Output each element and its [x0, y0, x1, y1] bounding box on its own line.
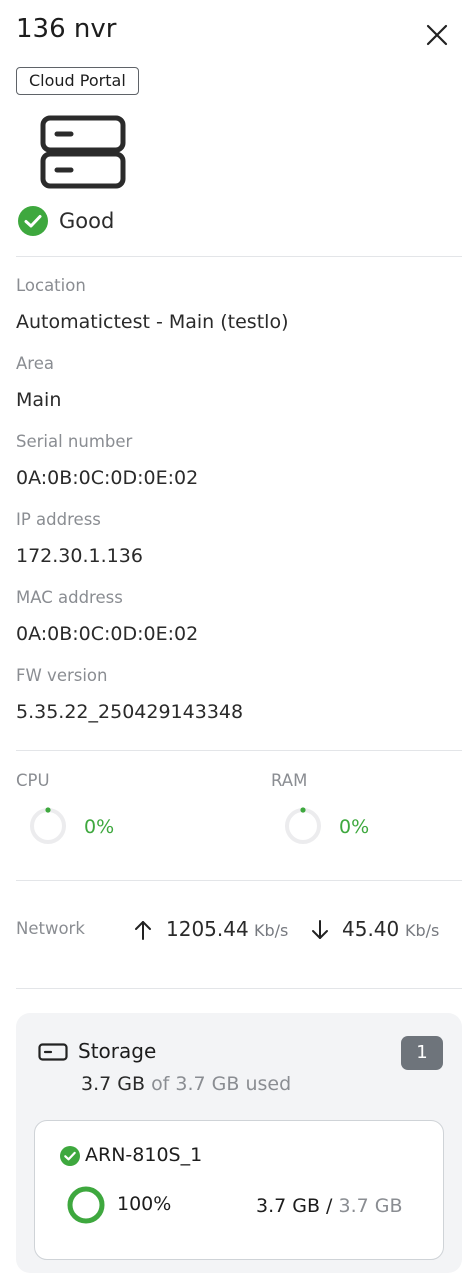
- serial-number-value: 0A:0B:0C:0D:0E:02: [16, 467, 199, 489]
- volume-usage-ring: [67, 1186, 105, 1224]
- fw-version-value: 5.35.22_250429143348: [16, 701, 244, 723]
- arrow-down-icon: [312, 920, 328, 939]
- storage-card: Storage 1 3.7 GB of 3.7 GB used ARN-810S…: [16, 1013, 462, 1273]
- cpu-value: 0%: [84, 816, 115, 838]
- status-text: Good: [59, 209, 115, 233]
- hard-drive-icon: [38, 1043, 68, 1061]
- download-unit: Kb/s: [405, 921, 440, 940]
- area-value: Main: [16, 389, 62, 411]
- upload-unit: Kb/s: [254, 921, 289, 940]
- mac-address-label: MAC address: [16, 588, 123, 607]
- cpu-gauge: [30, 807, 66, 844]
- storage-used: 3.7 GB: [81, 1073, 146, 1095]
- storage-count-badge: 1: [401, 1036, 443, 1070]
- ram-label: RAM: [271, 771, 308, 790]
- cloud-portal-tag: Cloud Portal: [16, 67, 139, 95]
- server-icon: [39, 114, 127, 196]
- serial-number-label: Serial number: [16, 432, 133, 451]
- volume-used: 3.7 GB /: [256, 1195, 333, 1217]
- ip-address-label: IP address: [16, 510, 101, 529]
- ram-value: 0%: [339, 816, 370, 838]
- volume-card[interactable]: ARN-810S_1 100% 3.7 GB / 3.7 GB: [34, 1120, 444, 1260]
- close-icon[interactable]: [422, 20, 452, 50]
- location-label: Location: [16, 276, 86, 295]
- area-label: Area: [16, 354, 54, 373]
- fw-version-label: FW version: [16, 666, 108, 685]
- divider: [16, 880, 462, 881]
- network-label: Network: [16, 919, 85, 938]
- divider: [16, 750, 462, 751]
- upload-value: 1205.44: [166, 917, 249, 941]
- ip-address-value: 172.30.1.136: [16, 545, 143, 567]
- cpu-label: CPU: [16, 771, 50, 790]
- location-value: Automatictest - Main (testlo): [16, 311, 289, 333]
- ram-gauge: [285, 807, 321, 844]
- volume-percent: 100%: [117, 1193, 172, 1215]
- download-value: 45.40: [342, 917, 400, 941]
- mac-address-value: 0A:0B:0C:0D:0E:02: [16, 623, 199, 645]
- page-title: 136 nvr: [16, 14, 117, 44]
- storage-usage: 3.7 GB of 3.7 GB used: [81, 1073, 291, 1095]
- check-circle-icon: [18, 206, 48, 236]
- divider: [16, 256, 462, 257]
- volume-total: 3.7 GB: [338, 1195, 403, 1217]
- storage-title: Storage: [78, 1039, 157, 1063]
- device-status: Good: [18, 206, 114, 236]
- check-circle-icon: [60, 1146, 80, 1166]
- divider: [16, 988, 462, 989]
- volume-name: ARN-810S_1: [85, 1144, 203, 1166]
- storage-total-text: of 3.7 GB used: [151, 1073, 292, 1095]
- volume-size: 3.7 GB / 3.7 GB: [256, 1195, 403, 1217]
- device-details-panel: 136 nvr Cloud Portal Good Location Autom…: [0, 0, 466, 1273]
- arrow-up-icon: [135, 921, 151, 940]
